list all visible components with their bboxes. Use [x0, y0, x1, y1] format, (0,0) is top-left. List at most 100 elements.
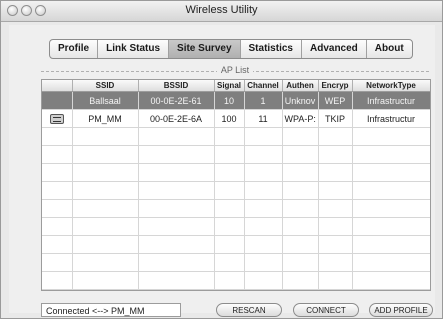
empty-cell: [138, 163, 215, 182]
content-pane: Profile Link Status Site Survey Statisti…: [9, 25, 435, 317]
row-icon-cell: [42, 91, 73, 110]
rescan-button[interactable]: RESCAN: [216, 303, 282, 317]
add-profile-button[interactable]: ADD PROFILE: [369, 303, 433, 317]
empty-cell: [72, 127, 139, 146]
empty-cell: [282, 163, 319, 182]
connection-status-field: Connected <--> PM_MM: [41, 303, 181, 317]
empty-cell: [352, 163, 430, 182]
empty-cell: [72, 235, 139, 254]
authen-cell: WPA-P:: [282, 109, 319, 128]
empty-cell: [214, 127, 245, 146]
tab-statistics[interactable]: Statistics: [241, 40, 302, 58]
signal-cell: 100: [214, 109, 245, 128]
empty-cell: [352, 235, 430, 254]
empty-cell: [72, 199, 139, 218]
tab-profile[interactable]: Profile: [50, 40, 99, 58]
tab-link-status[interactable]: Link Status: [98, 40, 170, 58]
empty-cell: [214, 181, 245, 200]
empty-row: [42, 181, 430, 200]
empty-cell: [282, 145, 319, 164]
empty-cell: [138, 235, 215, 254]
empty-cell: [244, 199, 283, 218]
ap-list-label: AP List: [41, 65, 429, 75]
empty-cell: [244, 163, 283, 182]
empty-cell: [42, 199, 73, 218]
empty-cell: [42, 217, 73, 236]
window-title: Wireless Utility: [185, 4, 258, 16]
network-type-cell: Infrastructur: [352, 91, 430, 110]
empty-cell: [42, 181, 73, 200]
empty-cell: [282, 181, 319, 200]
encryp-cell: TKIP: [318, 109, 353, 128]
tab-site-survey[interactable]: Site Survey: [169, 40, 241, 58]
empty-cell: [138, 145, 215, 164]
col-header-signal[interactable]: Signal: [214, 80, 245, 92]
empty-cell: [72, 217, 139, 236]
empty-row: [42, 145, 430, 164]
empty-cell: [318, 253, 353, 272]
empty-cell: [72, 181, 139, 200]
empty-cell: [244, 127, 283, 146]
title-bar[interactable]: Wireless Utility: [1, 1, 442, 22]
empty-cell: [282, 217, 319, 236]
empty-cell: [244, 145, 283, 164]
empty-cell: [318, 181, 353, 200]
bssid-cell: 00-0E-2E-6A: [138, 109, 215, 128]
col-header-icon[interactable]: [42, 80, 73, 92]
empty-cell: [214, 145, 245, 164]
empty-cell: [42, 271, 73, 290]
empty-cell: [72, 145, 139, 164]
channel-cell: 11: [244, 109, 283, 128]
connect-button[interactable]: CONNECT: [293, 303, 359, 317]
table-row[interactable]: PM_MM 00-0E-2E-6A 100 11 WPA-P: TKIP Inf…: [42, 109, 430, 128]
col-header-bssid[interactable]: BSSID: [138, 80, 215, 92]
empty-cell: [318, 271, 353, 290]
ap-list-group: AP List SSID BSSID Signal Channel Authen…: [41, 65, 431, 291]
empty-cell: [138, 217, 215, 236]
empty-cell: [352, 127, 430, 146]
empty-cell: [352, 199, 430, 218]
empty-cell: [42, 127, 73, 146]
ssid-cell: PM_MM: [72, 109, 139, 128]
empty-cell: [282, 271, 319, 290]
empty-cell: [138, 253, 215, 272]
access-point-icon: [49, 113, 64, 124]
tab-about[interactable]: About: [367, 40, 412, 58]
empty-cell: [214, 235, 245, 254]
empty-cell: [42, 235, 73, 254]
col-header-encryp[interactable]: Encryp: [318, 80, 353, 92]
empty-cell: [244, 235, 283, 254]
col-header-channel[interactable]: Channel: [244, 80, 283, 92]
empty-row: [42, 271, 430, 290]
tab-advanced[interactable]: Advanced: [302, 40, 367, 58]
col-header-network-type[interactable]: NetworkType: [352, 80, 430, 92]
channel-cell: 1: [244, 91, 283, 110]
empty-cell: [138, 199, 215, 218]
empty-cell: [244, 253, 283, 272]
col-header-authen[interactable]: Authen: [282, 80, 319, 92]
empty-cell: [318, 145, 353, 164]
empty-cell: [42, 253, 73, 272]
empty-cell: [282, 235, 319, 254]
empty-cell: [138, 271, 215, 290]
empty-cell: [318, 199, 353, 218]
empty-row: [42, 253, 430, 272]
empty-cell: [138, 127, 215, 146]
empty-cell: [318, 163, 353, 182]
empty-cell: [42, 163, 73, 182]
bssid-cell: 00-0E-2E-61: [138, 91, 215, 110]
empty-cell: [282, 127, 319, 146]
ap-table-header: SSID BSSID Signal Channel Authen Encryp …: [42, 80, 430, 92]
empty-cell: [42, 145, 73, 164]
ap-table[interactable]: SSID BSSID Signal Channel Authen Encryp …: [41, 79, 431, 291]
empty-row: [42, 217, 430, 236]
encryp-cell: WEP: [318, 91, 353, 110]
empty-cell: [214, 271, 245, 290]
table-row[interactable]: Ballsaal 00-0E-2E-61 10 1 Unknov WEP Inf…: [42, 91, 430, 110]
tab-bar: Profile Link Status Site Survey Statisti…: [49, 39, 413, 59]
empty-row: [42, 235, 430, 254]
empty-cell: [352, 217, 430, 236]
network-type-cell: Infrastructur: [352, 109, 430, 128]
authen-cell: Unknov: [282, 91, 319, 110]
col-header-ssid[interactable]: SSID: [72, 80, 139, 92]
